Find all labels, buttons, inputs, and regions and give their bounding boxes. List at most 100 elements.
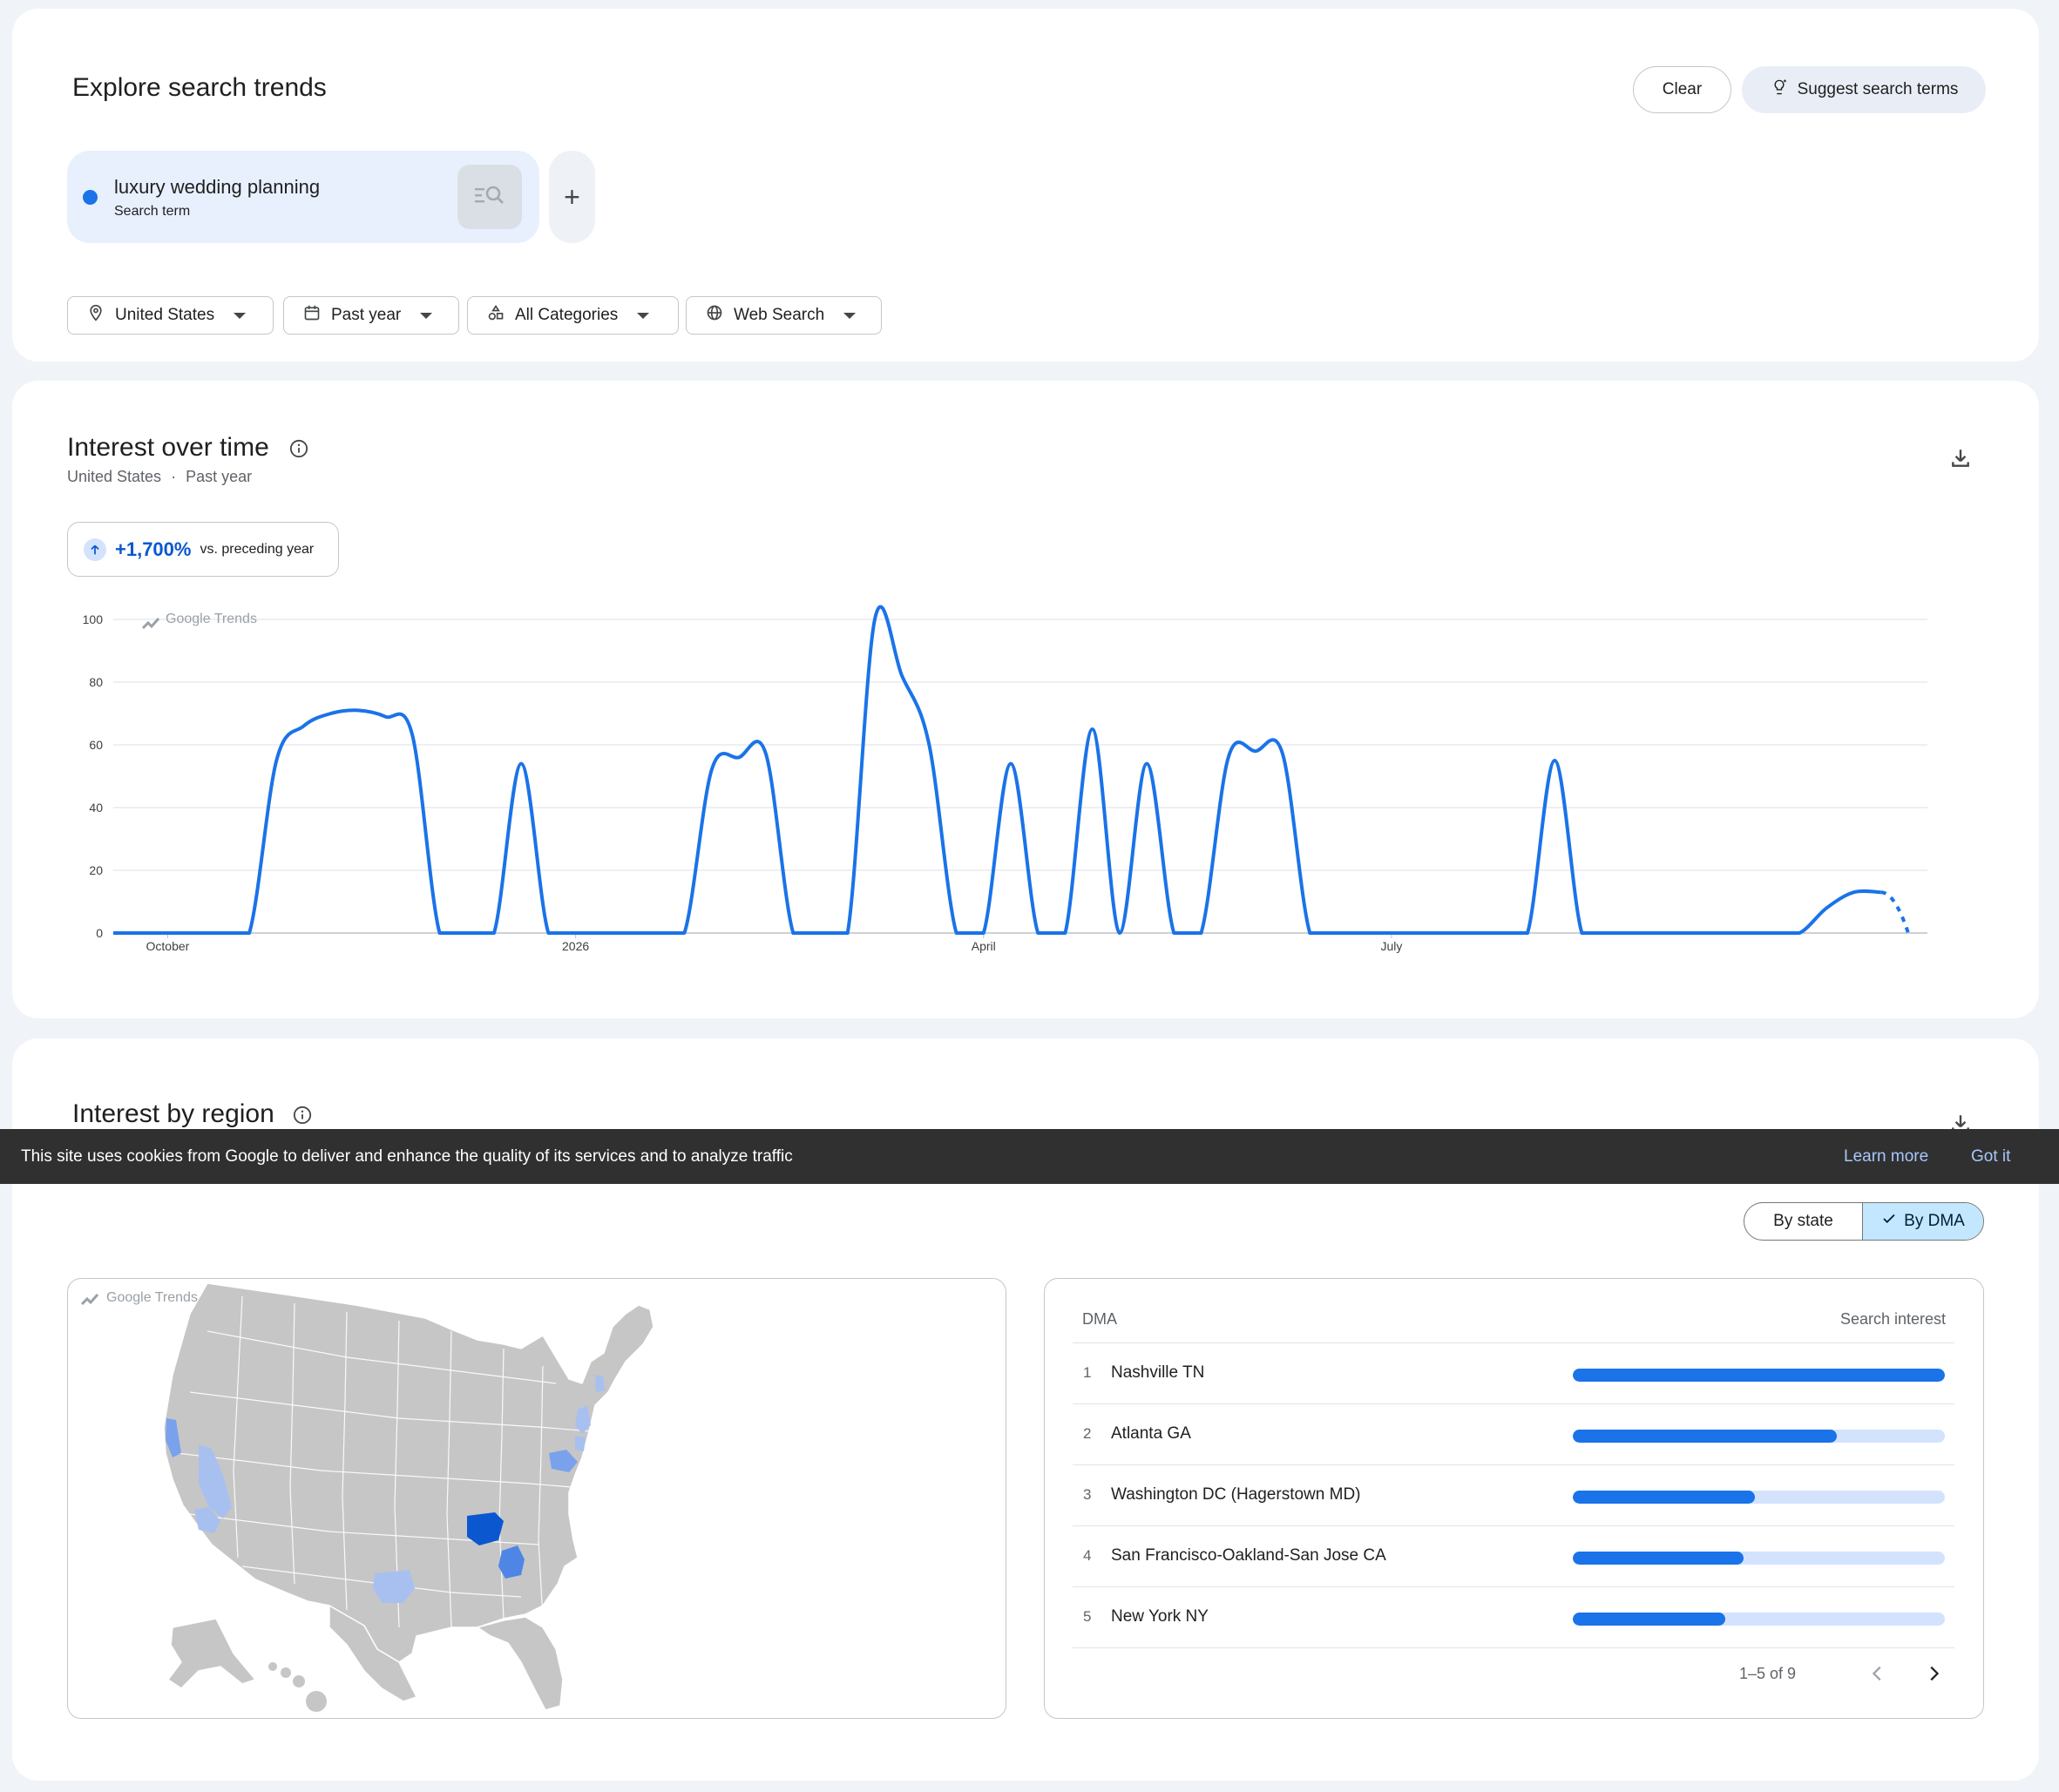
interest-bar-fill xyxy=(1573,1552,1744,1565)
y-tick-label: 0 xyxy=(96,926,103,940)
x-tick-label: July xyxy=(1381,939,1403,953)
x-axis-ticks: October 2026 April July xyxy=(146,933,1403,953)
suggest-search-terms-button[interactable]: Suggest search terms xyxy=(1742,66,1986,113)
florida-shape xyxy=(476,1616,564,1711)
interest-bar-track xyxy=(1573,1552,1945,1565)
interest-bar-track xyxy=(1573,1613,1945,1626)
interest-bar-fill xyxy=(1573,1430,1838,1443)
table-row[interactable]: 4 San Francisco-Oakland-San Jose CA xyxy=(1073,1525,1954,1586)
interest-by-region-title: Interest by region xyxy=(72,1099,274,1128)
cookie-text: This site uses cookies from Google to de… xyxy=(21,1146,793,1166)
search-term-type: Search term xyxy=(114,204,191,219)
cookie-consent-bar: This site uses cookies from Google to de… xyxy=(0,1129,2059,1184)
y-axis-ticks: 100 80 60 40 20 0 xyxy=(83,612,104,940)
clear-button[interactable]: Clear xyxy=(1633,66,1731,113)
time-filter[interactable]: Past year xyxy=(283,296,459,335)
column-header-search-interest: Search interest xyxy=(1839,1310,1946,1328)
y-tick-label: 60 xyxy=(89,738,103,752)
interest-bar-fill xyxy=(1573,1491,1756,1504)
table-bottom-divider xyxy=(1073,1647,1954,1648)
pagination-label: 1–5 of 9 xyxy=(1739,1665,1797,1682)
clear-button-label: Clear xyxy=(1662,80,1703,98)
y-tick-label: 20 xyxy=(89,863,103,877)
series-line xyxy=(113,605,1881,935)
region-map[interactable]: Google Trends xyxy=(67,1278,1006,1719)
table-row[interactable]: 2 Atlanta GA xyxy=(1073,1403,1954,1464)
table-row[interactable]: 5 New York NY xyxy=(1073,1586,1954,1647)
interest-bar-track xyxy=(1573,1430,1945,1443)
search-type-filter-label: Web Search xyxy=(734,306,825,324)
by-dma-label: By DMA xyxy=(1904,1212,1965,1230)
globe-icon xyxy=(706,304,723,327)
explore-card: Explore search trends Clear Suggest sear… xyxy=(12,9,2039,362)
row-name: New York NY xyxy=(1111,1607,1209,1626)
interest-bar-track xyxy=(1573,1491,1945,1504)
hawaii-shape xyxy=(268,1662,327,1712)
series-color-dot xyxy=(83,190,98,205)
add-term-button[interactable]: + xyxy=(549,151,595,243)
suggest-button-label: Suggest search terms xyxy=(1797,80,1959,98)
column-header-dma: DMA xyxy=(1082,1310,1117,1328)
got-it-button[interactable]: Got it xyxy=(1971,1147,2010,1166)
y-tick-label: 40 xyxy=(89,801,103,815)
refine-term-button[interactable] xyxy=(457,165,522,229)
by-state-label: By state xyxy=(1773,1212,1833,1230)
y-tick-label: 80 xyxy=(89,675,103,689)
chevron-down-icon xyxy=(420,312,433,319)
watermark-text: Google Trends xyxy=(166,612,257,626)
alaska-shape xyxy=(166,1618,257,1689)
search-type-filter[interactable]: Web Search xyxy=(686,296,882,335)
chevron-down-icon xyxy=(234,312,247,319)
interest-bar-fill xyxy=(1573,1613,1726,1626)
chevron-right-icon[interactable] xyxy=(1924,1664,1943,1683)
plus-icon: + xyxy=(564,180,580,213)
map-watermark-text: Google Trends xyxy=(106,1290,198,1305)
x-tick-label: 2026 xyxy=(562,939,589,953)
chevron-left-icon[interactable] xyxy=(1868,1664,1887,1683)
category-filter[interactable]: All Categories xyxy=(467,296,679,335)
category-filter-label: All Categories xyxy=(515,306,619,324)
us-dma-map: Google Trends xyxy=(80,1282,654,1712)
search-term-label: luxury wedding planning xyxy=(114,176,321,198)
row-rank: 3 xyxy=(1083,1486,1092,1503)
series-line-partial xyxy=(1880,890,1910,934)
row-rank: 1 xyxy=(1083,1364,1092,1381)
calendar-icon xyxy=(303,304,321,327)
by-dma-button[interactable]: By DMA xyxy=(1863,1203,1983,1240)
chart-grid xyxy=(113,619,1927,934)
row-rank: 4 xyxy=(1083,1547,1092,1564)
by-state-button[interactable]: By state xyxy=(1744,1203,1863,1240)
table-row[interactable]: 1 Nashville TN xyxy=(1073,1342,1954,1403)
region-granularity-toggle: By state By DMA xyxy=(1744,1202,1984,1241)
row-name: Washington DC (Hagerstown MD) xyxy=(1111,1485,1361,1504)
row-name: San Francisco-Oakland-San Jose CA xyxy=(1111,1546,1386,1565)
checkmark-icon xyxy=(1881,1211,1897,1232)
row-rank: 2 xyxy=(1083,1425,1092,1442)
x-tick-label: October xyxy=(146,939,190,953)
time-filter-label: Past year xyxy=(331,306,402,324)
us-mainland-shape xyxy=(163,1282,654,1663)
row-name: Nashville TN xyxy=(1111,1363,1205,1382)
search-term-chip[interactable]: luxury wedding planning Search term xyxy=(67,151,539,243)
dma-philadelphia xyxy=(575,1436,586,1451)
interest-bar-fill xyxy=(1573,1369,1945,1382)
interest-bar-track xyxy=(1573,1369,1945,1382)
page-title: Explore search trends xyxy=(72,73,327,102)
google-trends-watermark: Google Trends xyxy=(80,1290,198,1306)
list-search-icon xyxy=(473,182,506,213)
table-row[interactable]: 3 Washington DC (Hagerstown MD) xyxy=(1073,1464,1954,1525)
interest-line-chart: 100 80 60 40 20 0 October 2026 April July Google… xyxy=(83,605,1927,953)
sparkle-bulb-icon xyxy=(1770,78,1789,102)
chart-series xyxy=(113,605,1910,935)
row-name: Atlanta GA xyxy=(1111,1424,1191,1443)
learn-more-link[interactable]: Learn more xyxy=(1844,1147,1928,1166)
location-filter[interactable]: United States xyxy=(67,296,274,335)
category-shapes-icon xyxy=(487,304,505,327)
location-filter-label: United States xyxy=(115,306,215,324)
info-icon[interactable] xyxy=(293,1106,312,1125)
interest-over-time-card: Interest over time United States · Past … xyxy=(12,381,2039,1018)
location-pin-icon xyxy=(87,304,105,327)
y-tick-label: 100 xyxy=(83,612,104,626)
x-tick-label: April xyxy=(972,939,996,953)
row-rank: 5 xyxy=(1083,1608,1092,1625)
